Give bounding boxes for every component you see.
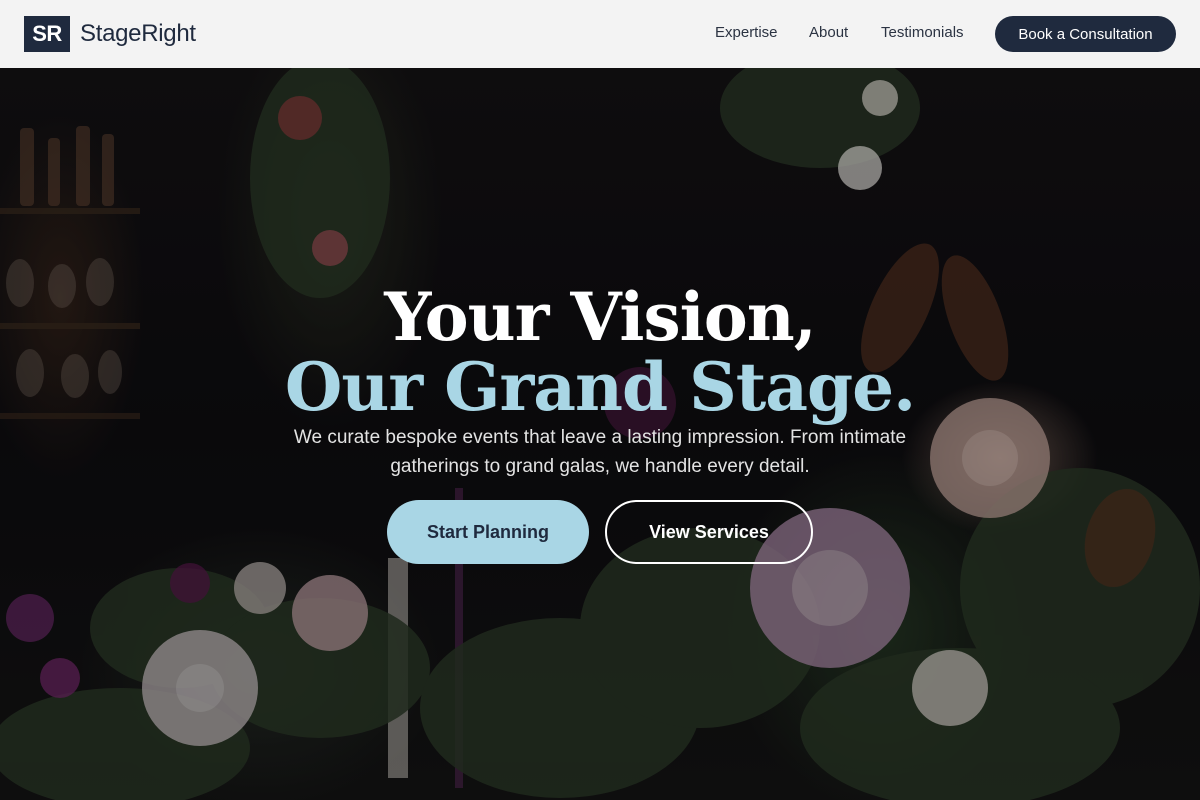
view-services-button[interactable]: View Services	[605, 500, 813, 564]
nav-link-expertise[interactable]: Expertise	[715, 24, 778, 41]
book-consultation-button[interactable]: Book a Consultation	[995, 16, 1176, 52]
nav-link-about[interactable]: About	[809, 24, 848, 41]
headline-line-2: Our Grand Stage.	[284, 348, 916, 427]
headline-line-1: Your Vision,	[384, 278, 816, 357]
brand-logo-link[interactable]: SR StageRight	[24, 16, 196, 52]
hero-headline: Your Vision, Our Grand Stage.	[0, 282, 1200, 422]
logo-mark: SR	[24, 16, 70, 52]
hero-subtext: We curate bespoke events that leave a la…	[293, 427, 907, 477]
brand-name: StageRight	[80, 20, 196, 47]
nav-link-testimonials[interactable]: Testimonials	[881, 24, 964, 41]
start-planning-button[interactable]: Start Planning	[387, 500, 589, 564]
top-navbar: SR StageRight Expertise About Testimonia…	[0, 0, 1200, 68]
